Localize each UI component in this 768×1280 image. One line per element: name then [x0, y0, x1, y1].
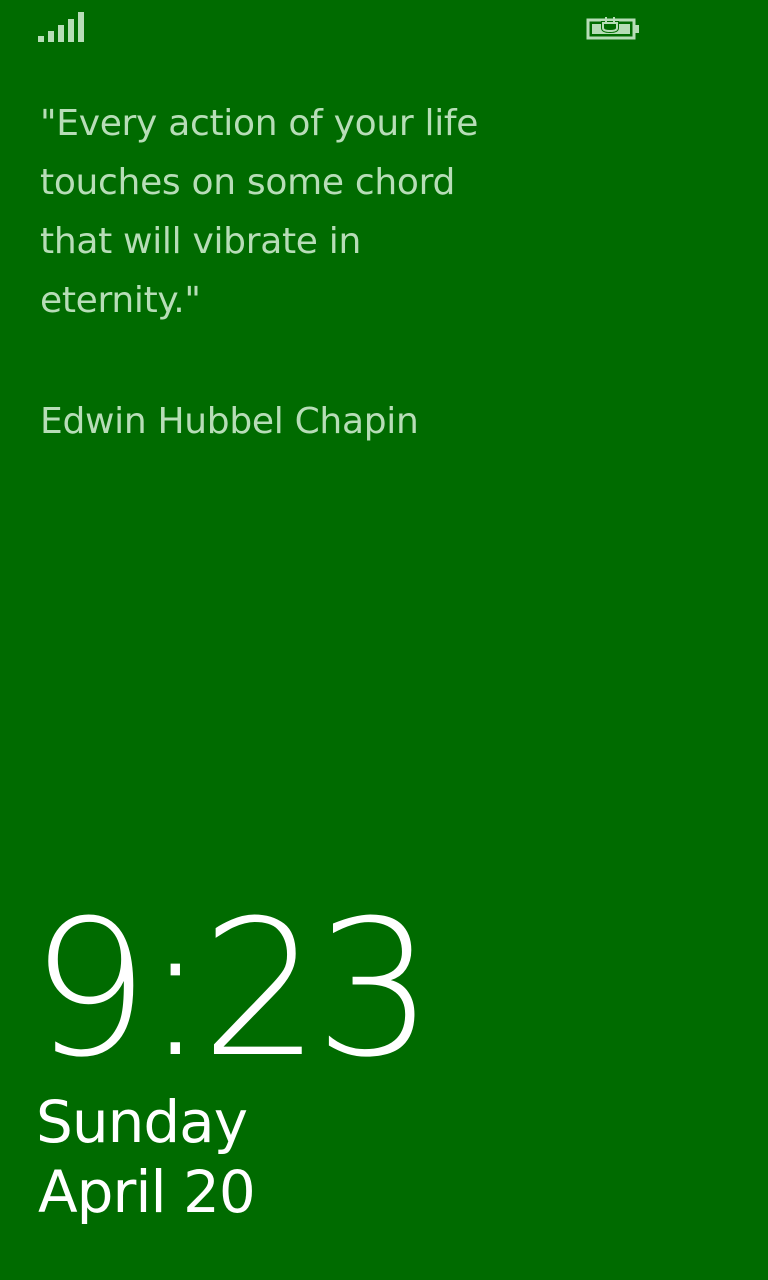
battery-charging-icon — [586, 16, 639, 40]
signal-strength-icon — [38, 12, 84, 42]
quote-author: Edwin Hubbel Chapin — [40, 401, 419, 442]
clock-day: Sunday — [36, 1088, 248, 1156]
quote-text: "Every action of your life touches on so… — [40, 103, 479, 321]
clock-date: April 20 — [38, 1158, 256, 1226]
lock-screen[interactable]: "Every action of your life touches on so… — [0, 0, 768, 1280]
clock-time: 9:23 — [30, 880, 434, 1099]
